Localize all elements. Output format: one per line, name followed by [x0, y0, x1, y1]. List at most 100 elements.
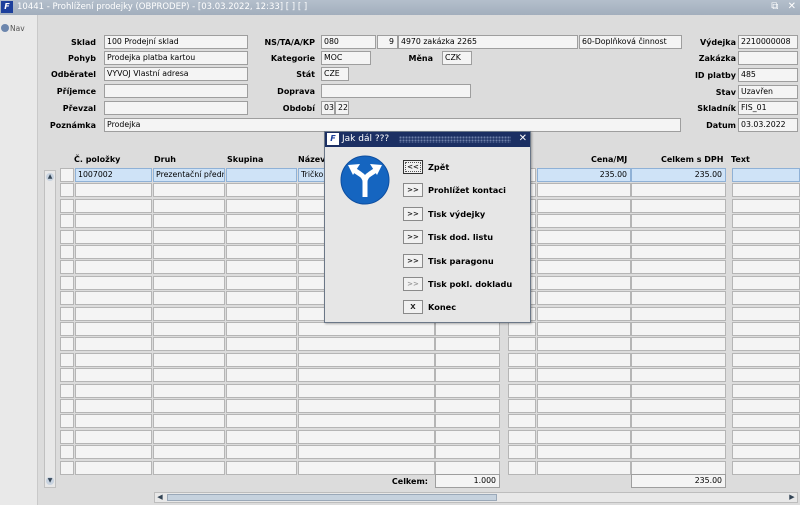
ta-field[interactable]: 9 — [377, 35, 398, 49]
text-cell[interactable] — [732, 229, 800, 244]
stav-field[interactable]: Uzavřen — [738, 85, 798, 99]
sklad-field[interactable]: 100 Prodejní sklad — [104, 35, 248, 49]
celkem-dph-cell[interactable] — [631, 414, 726, 429]
celkem-dph-cell[interactable] — [631, 260, 726, 275]
dialog-titlebar[interactable]: F Jak dál ??? ✕ — [325, 132, 530, 147]
cena-mj-cell[interactable] — [537, 275, 631, 290]
cena-mj-cell[interactable] — [537, 260, 631, 275]
celkem-dph-cell[interactable] — [631, 198, 726, 213]
row-marker-cell[interactable] — [60, 214, 74, 229]
c-polozky-cell[interactable] — [75, 368, 152, 383]
druh-cell[interactable] — [153, 306, 225, 321]
poznamka-field[interactable]: Prodejka — [104, 118, 681, 132]
c-polozky-cell[interactable] — [75, 399, 152, 413]
row-marker-cell[interactable] — [60, 260, 74, 275]
row-marker-cell[interactable] — [60, 275, 74, 290]
row-marker-cell[interactable] — [60, 198, 74, 213]
skupina-cell[interactable] — [226, 383, 297, 398]
scroll-down-icon[interactable]: ▼ — [46, 477, 54, 485]
mj-cell[interactable] — [508, 322, 536, 336]
row-marker-cell[interactable] — [60, 399, 74, 413]
skupina-cell[interactable] — [226, 229, 297, 244]
row-marker-cell[interactable] — [60, 245, 74, 259]
c-polozky-cell[interactable] — [75, 414, 152, 429]
cena-mj-cell[interactable] — [537, 445, 631, 460]
obdobi-year-field[interactable]: 22 — [335, 101, 349, 115]
celkem-dph-cell[interactable] — [631, 275, 726, 290]
mnozstvi-cell[interactable] — [435, 414, 500, 429]
c-polozky-cell[interactable]: 1007002 — [75, 168, 152, 182]
druh-cell[interactable] — [153, 245, 225, 259]
celkem-dph-cell[interactable] — [631, 352, 726, 367]
celkem-dph-cell[interactable] — [631, 229, 726, 244]
celkem-dph-cell[interactable] — [631, 245, 726, 259]
nazev-cell[interactable] — [298, 429, 435, 444]
text-cell[interactable] — [732, 352, 800, 367]
skupina-cell[interactable] — [226, 275, 297, 290]
celkem-dph-cell[interactable] — [631, 214, 726, 229]
c-polozky-cell[interactable] — [75, 337, 152, 352]
skupina-cell[interactable] — [226, 291, 297, 306]
skupina-cell[interactable] — [226, 337, 297, 352]
c-polozky-cell[interactable] — [75, 429, 152, 444]
nazev-cell[interactable] — [298, 352, 435, 367]
druh-cell[interactable] — [153, 183, 225, 198]
close-icon[interactable]: ✕ — [788, 1, 796, 12]
druh-cell[interactable] — [153, 322, 225, 336]
druh-cell[interactable] — [153, 414, 225, 429]
nazev-cell[interactable] — [298, 383, 435, 398]
horizontal-scroll-thumb[interactable] — [167, 494, 497, 501]
druh-cell[interactable] — [153, 275, 225, 290]
text-cell[interactable] — [732, 168, 800, 182]
mnozstvi-cell[interactable] — [435, 352, 500, 367]
mj-cell[interactable] — [508, 460, 536, 475]
datum-field[interactable]: 03.03.2022 — [738, 118, 798, 132]
row-marker-cell[interactable] — [60, 429, 74, 444]
nav-button[interactable]: Nav — [1, 24, 25, 33]
dialog-close-icon[interactable]: ✕ — [519, 133, 527, 144]
cena-mj-cell[interactable]: 235.00 — [537, 168, 631, 182]
c-polozky-cell[interactable] — [75, 245, 152, 259]
mnozstvi-cell[interactable] — [435, 383, 500, 398]
cena-mj-cell[interactable] — [537, 399, 631, 413]
row-marker-cell[interactable] — [60, 229, 74, 244]
text-cell[interactable] — [732, 368, 800, 383]
row-marker-cell[interactable] — [60, 322, 74, 336]
c-polozky-cell[interactable] — [75, 383, 152, 398]
cena-mj-cell[interactable] — [537, 337, 631, 352]
cena-mj-cell[interactable] — [537, 198, 631, 213]
celkem-dph-cell[interactable] — [631, 429, 726, 444]
c-polozky-cell[interactable] — [75, 445, 152, 460]
nazev-cell[interactable] — [298, 460, 435, 475]
mj-cell[interactable] — [508, 337, 536, 352]
scroll-up-icon[interactable]: ▲ — [46, 173, 54, 181]
vertical-scrollbar[interactable]: ▲ ▼ — [44, 170, 56, 488]
celkem-dph-cell[interactable] — [631, 368, 726, 383]
skupina-cell[interactable] — [226, 260, 297, 275]
druh-cell[interactable] — [153, 399, 225, 413]
cena-mj-cell[interactable] — [537, 214, 631, 229]
dialog-option-button-6[interactable]: X — [403, 300, 423, 314]
nazev-cell[interactable] — [298, 337, 435, 352]
row-marker-cell[interactable] — [60, 291, 74, 306]
celkem-dph-cell[interactable] — [631, 322, 726, 336]
text-cell[interactable] — [732, 445, 800, 460]
dialog-option-button-2[interactable]: >> — [403, 207, 423, 221]
celkem-dph-cell[interactable]: 235.00 — [631, 168, 726, 182]
ns-field[interactable]: 080 — [321, 35, 376, 49]
mj-cell[interactable] — [508, 352, 536, 367]
c-polozky-cell[interactable] — [75, 306, 152, 321]
celkem-dph-cell[interactable] — [631, 445, 726, 460]
kp-field[interactable]: 60-Doplňková činnost — [579, 35, 682, 49]
druh-cell[interactable] — [153, 352, 225, 367]
horizontal-scrollbar[interactable]: ◀ ▶ — [154, 492, 798, 503]
text-cell[interactable] — [732, 275, 800, 290]
row-marker-cell[interactable] — [60, 337, 74, 352]
mnozstvi-cell[interactable] — [435, 399, 500, 413]
scroll-left-icon[interactable]: ◀ — [155, 493, 165, 502]
celkem-dph-cell[interactable] — [631, 383, 726, 398]
text-cell[interactable] — [732, 322, 800, 336]
text-cell[interactable] — [732, 337, 800, 352]
vydejka-field[interactable]: 2210000008 — [738, 35, 798, 49]
nazev-cell[interactable] — [298, 322, 435, 336]
